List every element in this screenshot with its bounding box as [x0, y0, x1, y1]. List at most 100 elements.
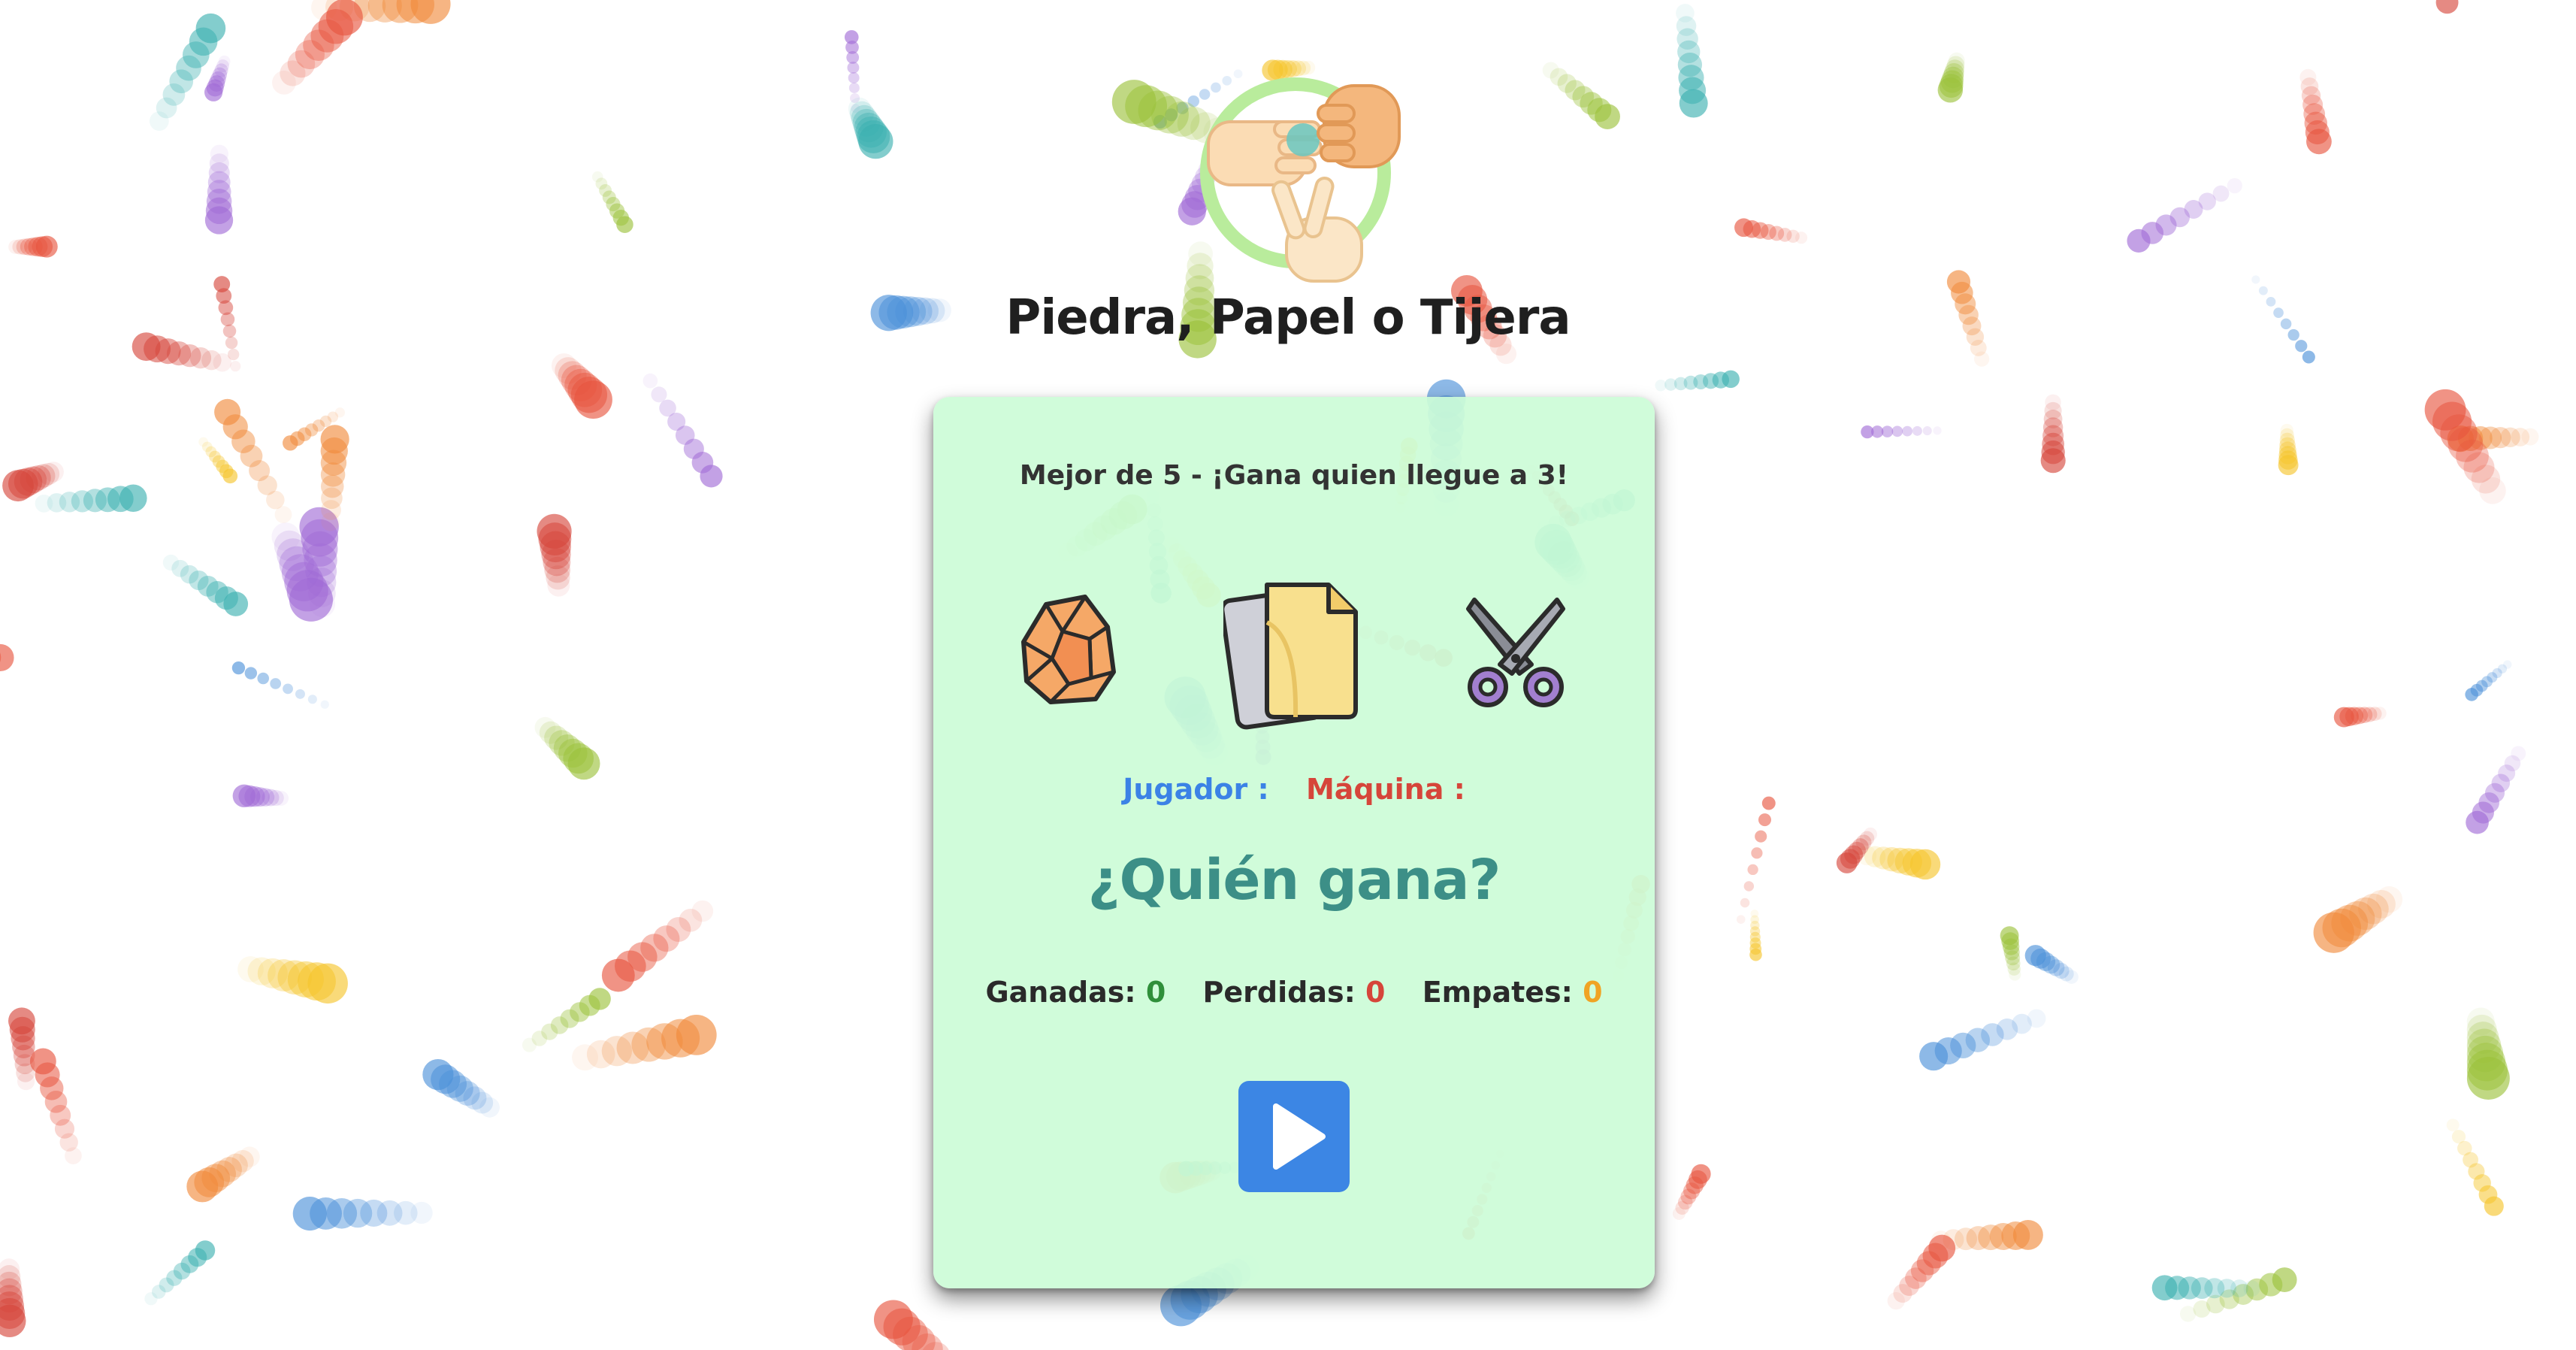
confetti-dot [299, 507, 339, 547]
confetti-dot [642, 373, 658, 389]
confetti-dot [567, 372, 603, 407]
confetti-dot [1948, 52, 1965, 69]
confetti-dot [1910, 1259, 1934, 1282]
confetti-dot [176, 55, 201, 81]
confetti-dot [198, 437, 209, 447]
confetti-dot [2198, 192, 2216, 210]
rock-button[interactable] [1016, 589, 1121, 710]
confetti-dot [640, 934, 669, 962]
confetti-dot [1974, 351, 1990, 367]
confetti-dot [2042, 425, 2064, 446]
paper-button[interactable] [1223, 577, 1366, 735]
confetti-dot [1996, 1019, 2018, 1040]
confetti-dot [567, 747, 600, 780]
confetti-dot [691, 900, 714, 922]
confetti-dot [1943, 1229, 1964, 1251]
confetti-dot [249, 460, 271, 482]
won-value: 0 [1145, 976, 1166, 1009]
confetti-dot [2042, 432, 2065, 456]
confetti-dot [2471, 465, 2501, 494]
confetti-dot [1678, 65, 1704, 91]
confetti-dot [667, 412, 686, 431]
confetti-dot [321, 512, 340, 531]
confetti-dot [201, 1164, 231, 1193]
confetti-dot [20, 466, 47, 494]
confetti-dot [173, 1262, 191, 1280]
confetti-dot [26, 465, 51, 491]
confetti-dot [166, 1270, 183, 1286]
confetti-dot [2059, 966, 2074, 982]
confetti-dot [194, 1167, 225, 1197]
confetti-dot [274, 791, 289, 806]
confetti-dot [0, 1278, 23, 1305]
confetti-dot [257, 672, 270, 685]
confetti-dot [206, 79, 224, 97]
confetti-dot [307, 567, 337, 598]
confetti-dot [1673, 377, 1688, 391]
confetti-dot [857, 120, 890, 153]
confetti-dot [29, 1048, 56, 1075]
confetti-dot [2217, 1279, 2237, 1298]
confetti-dot [35, 495, 53, 513]
confetti-dot [1777, 228, 1792, 242]
confetti-dot [2511, 746, 2526, 761]
confetti-dot [1912, 425, 1922, 436]
confetti-dot [224, 1153, 248, 1178]
confetti-dot [1881, 425, 1894, 437]
confetti-dot [1879, 847, 1904, 872]
confetti-dot [586, 1040, 615, 1069]
confetti-dot [32, 236, 53, 257]
confetti-dot [212, 455, 225, 468]
confetti-dot [303, 29, 334, 61]
confetti-dot [209, 450, 221, 463]
confetti-dot [281, 554, 319, 592]
confetti-dot [2127, 229, 2151, 253]
confetti-dot [286, 570, 328, 612]
confetti-dot [2007, 962, 2021, 976]
confetti-dot [883, 1308, 921, 1345]
confetti-dot [209, 1160, 237, 1188]
confetti-dot [2230, 1279, 2248, 1297]
confetti-dot [846, 51, 860, 64]
confetti-dot [204, 83, 223, 101]
confetti-dot [257, 958, 288, 988]
confetti-dot [849, 101, 875, 126]
confetti-dot [553, 734, 582, 762]
confetti-dot [1856, 845, 1877, 866]
confetti-dot [0, 1291, 25, 1321]
confetti-dot [206, 581, 228, 604]
confetti-dot [0, 652, 2, 663]
confetti-dot [850, 92, 860, 104]
confetti-dot [2280, 423, 2294, 437]
confetti-dot [268, 789, 284, 807]
confetti-dot [539, 721, 562, 744]
confetti-dot [1176, 101, 1189, 114]
confetti-dot [8, 468, 38, 499]
confetti-dot [538, 522, 572, 556]
confetti-dot [2169, 207, 2191, 228]
confetti-dot [2306, 129, 2332, 155]
confetti-dot [570, 1002, 590, 1022]
confetti-dot [207, 180, 231, 204]
confetti-dot [555, 357, 582, 384]
confetti-dot [2466, 1014, 2497, 1045]
confetti-dot [2473, 1174, 2491, 1192]
confetti-dot [326, 0, 363, 36]
confetti-dot [1836, 852, 1858, 873]
confetti-dot [2030, 948, 2051, 969]
rock-paper-scissors-hands-logo-icon [1200, 77, 1401, 283]
confetti-dot [1981, 1023, 2004, 1046]
confetti-dot [262, 789, 280, 807]
confetti-dot [2468, 1163, 2485, 1180]
confetti-dot [2466, 1043, 2506, 1082]
confetti-dot [295, 40, 325, 70]
confetti-dot [1755, 830, 1767, 843]
confetti-dot [2012, 1219, 2043, 1250]
confetti-dot [2470, 683, 2484, 697]
confetti-dot [1747, 864, 1758, 876]
scissors-button[interactable] [1459, 592, 1572, 713]
play-button[interactable] [1238, 1081, 1350, 1192]
confetti-dot [353, 0, 386, 23]
game-rules-subtitle: Mejor de 5 - ¡Gana quien llegue a 3! [1019, 460, 1569, 491]
confetti-dot [852, 108, 881, 137]
